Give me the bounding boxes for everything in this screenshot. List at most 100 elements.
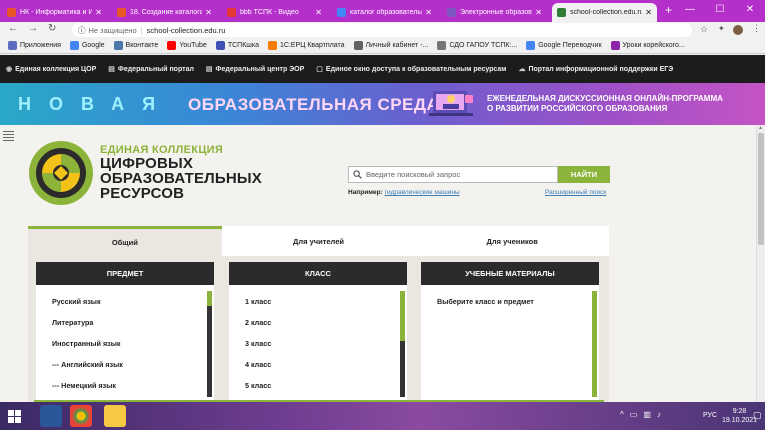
close-window-button[interactable]: ✕ (735, 0, 765, 20)
network-icon[interactable]: ▥ (643, 410, 651, 419)
tab-general[interactable]: Общий (28, 226, 222, 256)
extension-icon[interactable]: ✦ (718, 24, 725, 33)
url-bar[interactable]: ⓘ Не защищено | school-collection.edu.ru (72, 23, 692, 37)
portal-link-window[interactable]: ▢ Единое окно доступа к образовательным р… (316, 65, 506, 74)
list-item[interactable]: 3 класс (229, 333, 407, 354)
bookmark-cabinet[interactable]: Личный кабинет -... (353, 41, 428, 50)
tab-teachers[interactable]: Для учителей (221, 226, 416, 256)
youtube-icon (167, 41, 177, 50)
bookmark-apps[interactable]: Приложения (8, 41, 61, 50)
google-icon (69, 41, 79, 50)
word-icon[interactable] (40, 405, 62, 427)
scrollbar-thumb[interactable] (400, 291, 405, 341)
banner-tagline: ЕЖЕНЕДЕЛЬНАЯ ДИСКУССИОННАЯ ОНЛАЙН-ПРОГРА… (487, 94, 723, 113)
new-tab-button[interactable]: + (665, 3, 672, 17)
list-item[interactable]: 1 класс (229, 291, 407, 312)
cabinet-icon (353, 41, 363, 50)
windows-start-icon[interactable] (8, 410, 21, 423)
portal-link-collection[interactable]: ◉ Единая коллекция ЦОР (6, 65, 96, 74)
tab-title: school-collection.edu.ru (570, 9, 643, 16)
column-scrollbar[interactable] (592, 291, 597, 397)
browser-tab[interactable]: НК - Информатика и ИКТ✕ (2, 3, 107, 22)
tab-favicon-icon (447, 8, 456, 17)
back-arrow-icon[interactable]: ← (8, 23, 18, 34)
battery-icon[interactable]: ▭ (630, 410, 638, 419)
address-bar-row: ← → ↻ ⓘ Не защищено | school-collection.… (0, 22, 765, 38)
bookmark-tspk[interactable]: ТСПКшка (215, 41, 259, 50)
notification-icon[interactable]: ▢ (753, 410, 762, 421)
close-icon[interactable]: ✕ (425, 8, 432, 17)
chevron-up-icon[interactable]: ^ (620, 410, 624, 419)
browser-tab[interactable]: Электронные образов ✕ (442, 3, 547, 22)
browser-tab[interactable]: каталог образовательн ✕ (332, 3, 437, 22)
list-item[interactable]: Иностранный язык (36, 333, 214, 354)
maximize-button[interactable]: ☐ (705, 0, 735, 20)
system-tray: ^ ▭ ▥ ♪ (620, 410, 661, 419)
tab-favicon-icon (337, 8, 346, 17)
search-button[interactable]: НАЙТИ (558, 166, 610, 183)
subject-column: ПРЕДМЕТ Русский язык Литература Иностран… (36, 262, 214, 402)
bookmark-google[interactable]: Google (69, 41, 105, 50)
browser-tab-active[interactable]: school-collection.edu.ru ✕ (552, 3, 657, 22)
materials-column: УЧЕБНЫЕ МАТЕРИАЛЫ Выберите класс и предм… (421, 262, 599, 402)
list-item[interactable]: Литература (36, 312, 214, 333)
page-scrollbar[interactable]: ▲ (756, 125, 765, 402)
list-item[interactable]: Русский язык (36, 291, 214, 312)
clock[interactable]: 9:28 19.10.2021 (722, 407, 757, 425)
close-icon[interactable]: ✕ (645, 8, 652, 17)
page-scrollbar-thumb[interactable] (758, 133, 764, 245)
column-scrollbar[interactable] (400, 291, 405, 397)
column-scrollbar[interactable] (207, 291, 212, 397)
bookmark-1c[interactable]: 1С:ЕРЦ Квартплата (268, 41, 345, 50)
info-icon[interactable]: ⓘ (78, 25, 86, 36)
column-header: ПРЕДМЕТ (36, 262, 214, 285)
browser-tab[interactable]: 18. Создание каталога ✕ (112, 3, 217, 22)
scroll-up-icon[interactable]: ▲ (758, 125, 763, 131)
bookmark-vk[interactable]: Вконтакте (113, 41, 158, 50)
list-item[interactable]: 5 класс (229, 375, 407, 396)
1c-icon (268, 41, 277, 50)
minimize-button[interactable]: — (675, 0, 705, 20)
bookmark-star-icon[interactable]: ☆ (700, 24, 708, 35)
portal-link-eor[interactable]: ▤ Федеральный центр ЭОР (205, 65, 304, 74)
tab-favicon-icon (227, 8, 236, 17)
close-icon[interactable]: ✕ (315, 8, 322, 17)
close-icon[interactable]: ✕ (535, 8, 542, 17)
book-icon: ▤ (205, 66, 213, 73)
portal-link-ege[interactable]: ☁ Портал информационной поддержки ЕГЭ (518, 65, 673, 74)
example-link[interactable]: гидравлические машины (385, 189, 460, 196)
forward-arrow-icon[interactable]: → (28, 23, 38, 34)
tab-favicon-icon (117, 8, 126, 17)
bookmark-korean[interactable]: Уроки корейского... (610, 41, 685, 50)
volume-icon[interactable]: ♪ (657, 410, 661, 419)
reload-icon[interactable]: ↻ (48, 23, 56, 34)
bookmark-youtube[interactable]: YouTube (167, 41, 207, 50)
list-item[interactable]: --- Английский язык (36, 354, 214, 375)
advanced-search-link[interactable]: Расширенный поиск (545, 189, 606, 196)
file-explorer-icon[interactable] (104, 405, 126, 427)
list-item[interactable]: 2 класс (229, 312, 407, 333)
profile-avatar[interactable] (733, 25, 743, 35)
apps-grid-icon (8, 41, 17, 50)
search-input[interactable] (366, 170, 556, 179)
url-text[interactable]: school-collection.edu.ru (147, 26, 226, 35)
collection-logo[interactable] (28, 140, 94, 206)
promo-banner[interactable]: НОВАЯ ОБРАЗОВАТЕЛЬНАЯ СРЕДА ЕЖЕНЕДЕЛЬНАЯ… (0, 83, 765, 125)
list-item[interactable]: 4 класс (229, 354, 407, 375)
hamburger-menu-icon[interactable] (3, 131, 14, 143)
menu-dots-icon[interactable]: ⋮ (752, 23, 761, 34)
language-indicator[interactable]: РУС (703, 412, 717, 419)
tab-title: каталог образовательн (350, 9, 423, 16)
scrollbar-thumb[interactable] (207, 291, 212, 306)
portal-link-federal[interactable]: ▤ Федеральный портал (108, 65, 194, 74)
list-item[interactable]: --- Немецкий язык (36, 375, 214, 396)
tab-favicon-icon (7, 8, 16, 17)
chrome-icon[interactable] (70, 405, 92, 427)
bookmark-sdo[interactable]: СДО ГАПОУ ТСПК:... (437, 41, 517, 50)
tab-students[interactable]: Для учеников (415, 226, 610, 256)
bookmark-translate[interactable]: Google Переводчик (526, 41, 602, 50)
bookmarks-bar: Приложения Google Вконтакте YouTube ТСПК… (0, 38, 765, 54)
browser-tab[interactable]: bbb ТСПК - Видео ✕ (222, 3, 327, 22)
close-icon[interactable]: ✕ (95, 8, 102, 17)
close-icon[interactable]: ✕ (205, 8, 212, 17)
